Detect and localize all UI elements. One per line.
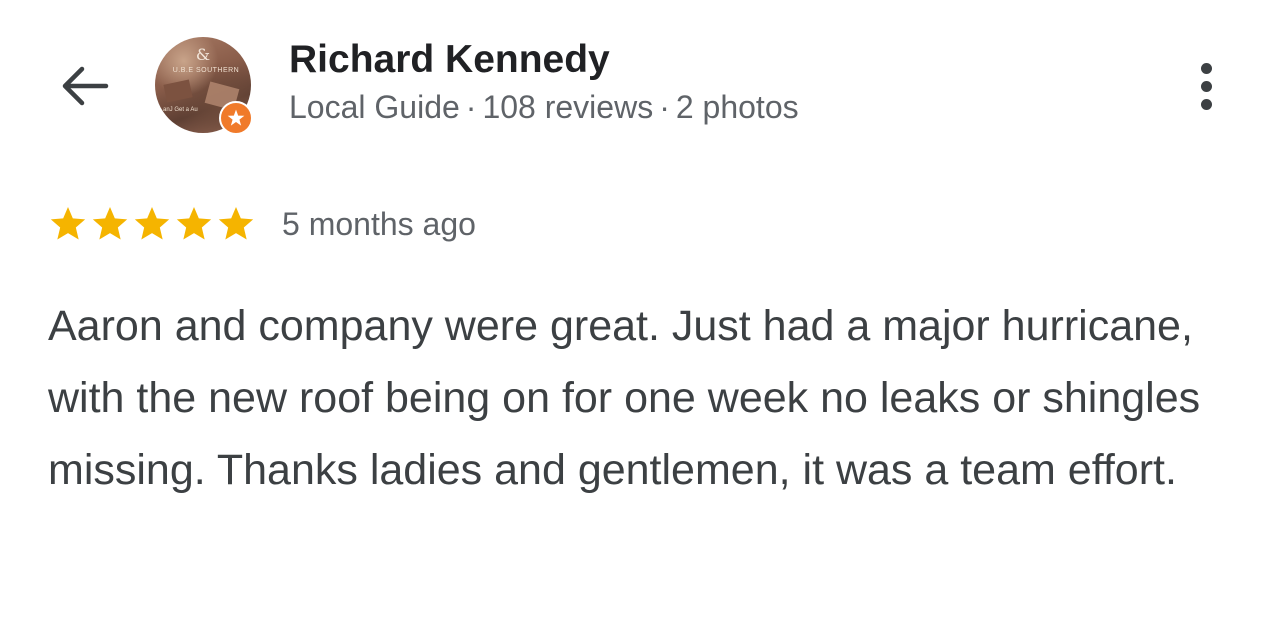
star-icon [134,207,170,240]
avatar-text: anJ Get a Au [163,107,198,113]
star-icon [176,207,212,240]
more-options-button[interactable] [1186,56,1226,116]
star-icon [218,207,254,240]
meta-separator: · [465,89,477,125]
review-time: 5 months ago [282,205,476,242]
reviewer-photo-count: 2 photos [675,89,799,125]
reviewer-avatar[interactable]: & U.B.E SOUTHERN anJ Get a Au [155,37,253,135]
avatar-photo-patch [163,79,193,103]
reviewer-name[interactable]: Richard Kennedy [289,38,610,82]
reviewer-meta: Local Guide · 108 reviews · 2 photos [289,89,799,126]
avatar-text: & [195,45,211,64]
reviewer-review-count: 108 reviews [482,89,654,125]
avatar-text: U.B.E SOUTHERN [172,67,240,74]
meta-separator: · [659,89,670,125]
review-rating-row: 5 months ago [48,204,476,244]
local-guide-star-icon [227,109,245,126]
local-guide-badge [219,101,253,135]
more-vertical-icon-dot [1200,98,1212,110]
star-icon [92,207,128,240]
review-detail-page: & U.B.E SOUTHERN anJ Get a Au Richard Ke… [0,0,1272,621]
back-button[interactable] [56,58,112,114]
review-text: Aaron and company were great. Just had a… [48,302,1201,494]
reviewer-level: Local Guide [289,89,460,125]
star-icon [50,207,86,240]
arrow-left-icon [62,66,109,106]
more-vertical-icon-dot [1200,62,1212,74]
star-rating [48,204,256,244]
more-vertical-icon-dot [1200,80,1212,92]
